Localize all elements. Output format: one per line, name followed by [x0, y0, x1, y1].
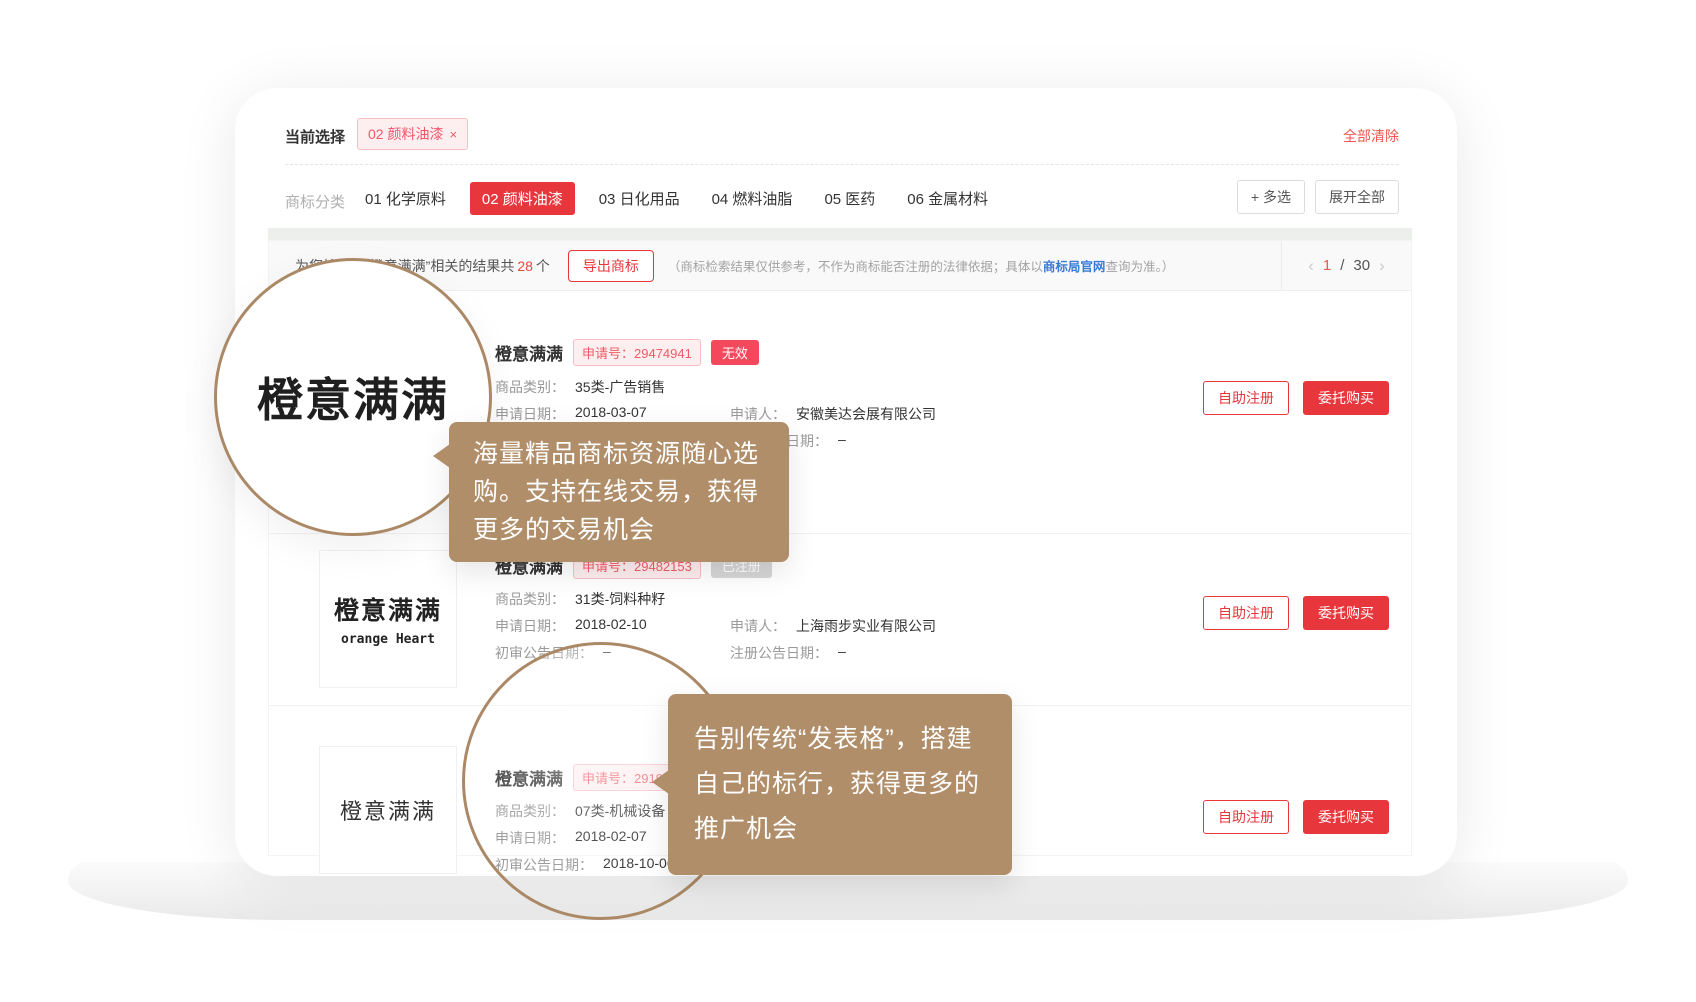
- field-label: 申请日期：: [495, 616, 565, 636]
- summary-unit: 个: [536, 258, 550, 274]
- field-line: 商品类别： 35类-广告销售: [495, 377, 665, 397]
- expand-all-button[interactable]: 展开全部: [1315, 180, 1399, 214]
- field-value: 2018-03-07: [575, 404, 647, 424]
- disclaimer-suffix: 查询为准。）: [1105, 260, 1174, 274]
- row-actions: 自助注册 委托购买: [1203, 800, 1389, 834]
- application-number-tag: 申请号：29474941: [573, 339, 701, 366]
- app-no-label: 申请号：: [582, 771, 634, 786]
- field-value: 31类-饲料种籽: [575, 589, 665, 609]
- category-tabs: 01 化学原料 02 颜料油漆 03 日化用品 04 燃料油脂 05 医药 06…: [357, 182, 996, 215]
- current-page: 1: [1323, 257, 1331, 274]
- prev-page-icon[interactable]: ‹: [1308, 256, 1314, 276]
- current-selection-label: 当前选择: [285, 126, 345, 147]
- self-register-button[interactable]: 自助注册: [1203, 596, 1289, 630]
- field-value: 上海雨步实业有限公司: [796, 616, 936, 636]
- section-gap: [268, 228, 1412, 240]
- category-tab-02-selected[interactable]: 02 颜料油漆: [470, 182, 575, 215]
- row-actions: 自助注册 委托购买: [1203, 596, 1389, 630]
- results-header: 为您检索到“橙意满满”相关的结果共28个 导出商标 （商标检索结果仅供参考，不作…: [269, 241, 1411, 291]
- close-icon[interactable]: ×: [449, 127, 457, 142]
- thumbnail-en-text: orange Heart: [341, 632, 435, 647]
- table-row: 橙意满满 orange Heart 橙意满满 申请号：29482153 已注册 …: [269, 533, 1411, 705]
- promo-tooltip-promotion: 告别传统“发表格”，搭建自己的标行，获得更多的推广机会: [668, 694, 1012, 875]
- entrust-purchase-button[interactable]: 委托购买: [1303, 596, 1389, 630]
- category-actions: + 多选 展开全部: [1237, 180, 1399, 214]
- category-tab-06[interactable]: 06 金属材料: [899, 182, 996, 215]
- field-line: 商品类别： 07类-机械设备: [495, 801, 665, 821]
- field-label: 申请日期：: [495, 828, 565, 848]
- results-count: 28: [517, 258, 533, 274]
- field-label: 申请人：: [730, 616, 786, 636]
- row-actions: 自助注册 委托购买: [1203, 381, 1389, 415]
- category-tab-04[interactable]: 04 燃料油脂: [704, 182, 801, 215]
- page-separator: /: [1340, 257, 1344, 274]
- category-filter-label: 商标分类: [285, 191, 345, 212]
- self-register-button[interactable]: 自助注册: [1203, 381, 1289, 415]
- trademark-thumbnail[interactable]: 橙意满满 orange Heart: [319, 550, 457, 688]
- field-line: 初审公告日期：– 注册公告日期：–: [495, 643, 846, 663]
- trademark-name: 橙意满满: [495, 765, 563, 790]
- pagination: ‹ 1 / 30 ›: [1281, 241, 1411, 290]
- trademark-title-line: 橙意满满 申请号：29474941 无效: [495, 339, 759, 366]
- disclaimer-note: （商标检索结果仅供参考，不作为商标能否注册的法律依据；具体以商标局官网查询为准。…: [668, 256, 1174, 275]
- dashed-divider: [285, 164, 1399, 165]
- trademark-office-link[interactable]: 商标局官网: [1043, 260, 1106, 274]
- trademark-name: 橙意满满: [495, 340, 563, 365]
- field-value: 安徽美达会展有限公司: [796, 404, 936, 424]
- field-label: 注册公告日期：: [730, 643, 828, 663]
- field-line: 申请日期： 2018-03-07 申请人： 安徽美达会展有限公司: [495, 404, 936, 424]
- field-value: 2018-02-10: [575, 616, 647, 636]
- field-value: 2018-02-07: [575, 828, 647, 848]
- entrust-purchase-button[interactable]: 委托购买: [1303, 381, 1389, 415]
- field-line: 申请日期： 2018-02-10 申请人： 上海雨步实业有限公司: [495, 616, 936, 636]
- clear-all-link[interactable]: 全部清除: [1343, 126, 1399, 146]
- field-value: –: [838, 643, 846, 663]
- total-pages: 30: [1353, 257, 1370, 274]
- field-value: –: [838, 431, 846, 451]
- thumbnail-cn-text: 橙意满满: [340, 794, 436, 826]
- promo-tooltip-marketplace: 海量精品商标资源随心选购。支持在线交易，获得更多的交易机会: [449, 422, 789, 562]
- entrust-purchase-button[interactable]: 委托购买: [1303, 800, 1389, 834]
- export-trademarks-button[interactable]: 导出商标: [568, 250, 654, 282]
- thumbnail-cn-text: 橙意满满: [334, 591, 442, 627]
- selected-filter-tag[interactable]: 02 颜料油漆 ×: [357, 118, 468, 150]
- app-no-value: 29474941: [634, 346, 692, 361]
- selected-filter-tag-label: 02 颜料油漆: [368, 124, 443, 144]
- app-no-label: 申请号：: [582, 346, 634, 361]
- next-page-icon[interactable]: ›: [1379, 256, 1385, 276]
- category-tab-01[interactable]: 01 化学原料: [357, 182, 454, 215]
- category-tab-05[interactable]: 05 医药: [816, 182, 883, 215]
- field-label: 初审公告日期：: [495, 643, 593, 663]
- category-tab-03[interactable]: 03 日化用品: [591, 182, 688, 215]
- field-label: 申请人：: [730, 404, 786, 424]
- multi-select-button[interactable]: + 多选: [1237, 180, 1305, 214]
- field-label: 商品类别：: [495, 377, 565, 397]
- field-label: 初审公告日期：: [495, 855, 593, 875]
- magnified-trademark-text: 橙意满满: [257, 364, 449, 430]
- field-value: 2018-10-06: [603, 855, 675, 875]
- field-label: 商品类别：: [495, 801, 565, 821]
- page: 当前选择 02 颜料油漆 × 全部清除 商标分类 01 化学原料 02 颜料油漆…: [0, 0, 1696, 1002]
- field-value: 35类-广告销售: [575, 377, 665, 397]
- self-register-button[interactable]: 自助注册: [1203, 800, 1289, 834]
- field-value: 07类-机械设备: [575, 801, 665, 821]
- field-label: 申请日期：: [495, 404, 565, 424]
- trademark-thumbnail[interactable]: 橙意满满: [319, 746, 457, 874]
- status-badge: 无效: [711, 340, 759, 365]
- field-label: 商品类别：: [495, 589, 565, 609]
- field-value: –: [603, 643, 611, 663]
- disclaimer-prefix: （商标检索结果仅供参考，不作为商标能否注册的法律依据；具体以: [668, 260, 1043, 274]
- field-line: 商品类别： 31类-饲料种籽: [495, 589, 665, 609]
